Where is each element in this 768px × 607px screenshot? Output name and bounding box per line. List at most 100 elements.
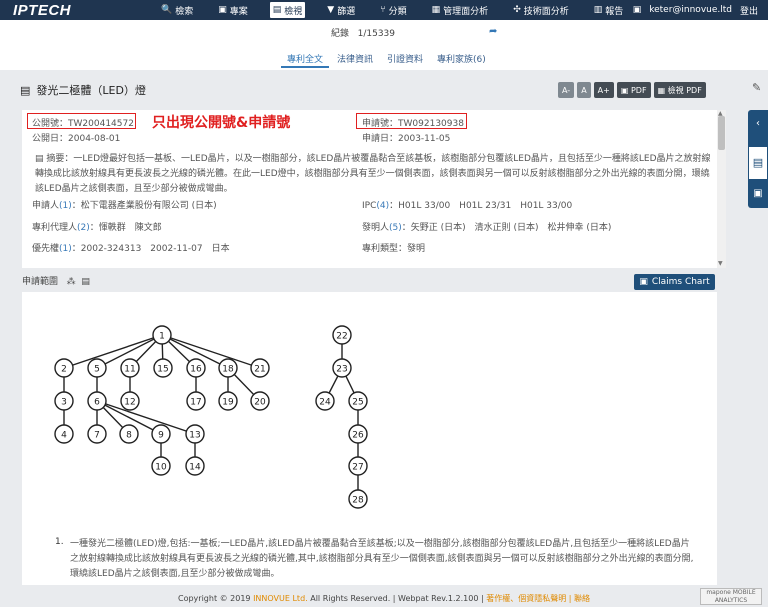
inventor-count[interactable]: (5) [389, 223, 402, 233]
claim-node-label: 17 [190, 398, 201, 408]
logout-link[interactable]: 登出 [740, 4, 758, 17]
biblio-scrollbar[interactable]: ▲ ▼ [717, 110, 726, 268]
font-decrease-button[interactable]: A- [558, 82, 575, 98]
tab-family[interactable]: 專利家族(6) [431, 50, 492, 68]
claim-node-6[interactable]: 6 [87, 391, 107, 411]
claims-label: 申請範圍 [22, 277, 59, 287]
claim-node-22[interactable]: 22 [332, 325, 352, 345]
tab-fulltext[interactable]: 專利全文 [281, 50, 330, 68]
ipc-value: H01L 33/00 H01L 23/31 H01L 33/00 [398, 201, 573, 211]
claim-node-21[interactable]: 21 [250, 358, 270, 378]
app-no[interactable]: TW092130938 [398, 119, 464, 129]
claim-node-3[interactable]: 3 [54, 391, 74, 411]
claim-node-13[interactable]: 13 [185, 424, 205, 444]
pub-no[interactable]: TW200414572 [68, 119, 134, 129]
collapse-icon[interactable]: ‹ [751, 118, 765, 132]
tree-icon[interactable]: ⁂ [67, 277, 76, 287]
nav-report[interactable]: ▥ 報告 [591, 2, 627, 18]
pdf-button[interactable]: ▣ PDF [616, 82, 651, 98]
ipc-count[interactable]: (4) [376, 201, 389, 211]
pub-no-label: 公開號： [32, 119, 69, 129]
nav-chart[interactable]: ✣ 技術面分析 [510, 2, 572, 18]
pub-date-field: 公開日：2004-08-01 [32, 131, 120, 144]
claim-node-19[interactable]: 19 [218, 391, 238, 411]
claim-node-label: 12 [124, 398, 135, 408]
priority-label: 優先權 [32, 244, 60, 254]
claim-node-27[interactable]: 27 [348, 456, 368, 476]
font-increase-button[interactable]: A+ [593, 82, 614, 98]
claim-node-16[interactable]: 16 [186, 358, 206, 378]
claim-node-24[interactable]: 24 [315, 391, 335, 411]
claim-node-label: 16 [190, 365, 202, 375]
app-logo[interactable]: IPTECH [13, 2, 71, 19]
edit-icon[interactable]: ✎ [752, 81, 761, 94]
font-reset-button[interactable]: A [577, 82, 591, 98]
nav-label: 檢索 [175, 6, 194, 17]
user-area: ▣ keter@innovue.ltd 登出 [633, 0, 758, 20]
claim-node-label: 5 [94, 365, 100, 375]
claim-node-label: 19 [222, 398, 234, 408]
claim-node-15[interactable]: 15 [153, 358, 173, 378]
nav-branch[interactable]: ⑂ 分類 [377, 2, 409, 18]
claim-node-label: 6 [94, 398, 100, 408]
scroll-thumb[interactable] [718, 116, 725, 150]
footer-links[interactable]: 著作權、個資隱私聲明 | 聯絡 [486, 594, 590, 603]
document-icon: ▤ [20, 83, 31, 97]
tab-citations[interactable]: 引證資料 [381, 50, 429, 68]
nav-filter[interactable]: ▼ 篩選 [324, 2, 358, 18]
claim-node-28[interactable]: 28 [348, 489, 368, 509]
claim-node-25[interactable]: 25 [348, 391, 368, 411]
nav-view[interactable]: ▤ 檢視 [269, 2, 306, 18]
type-field: 專利類型：發明 [362, 244, 426, 254]
claim-node-label: 3 [61, 398, 67, 408]
claim-node-20[interactable]: 20 [250, 391, 270, 411]
view-pdf-button[interactable]: ▦ 檢視 PDF [653, 82, 706, 98]
scroll-down-icon[interactable]: ▼ [718, 260, 723, 267]
claim-node-label: 7 [94, 431, 100, 441]
claim-node-2[interactable]: 2 [54, 358, 74, 378]
pdf-label: PDF [630, 85, 647, 95]
record-navigator: 紀錄 1/15339 [331, 26, 395, 39]
user-icon: ▣ [632, 5, 642, 15]
image-icon[interactable]: ▣ [751, 188, 765, 202]
inventor-field: 發明人(5)：矢野正 (日本) 清水正則 (日本) 松井伸幸 (日本) [362, 223, 612, 233]
claim-node-14[interactable]: 14 [185, 456, 205, 476]
company-link[interactable]: INNOVUE Ltd. [253, 594, 308, 603]
claim-node-23[interactable]: 23 [332, 358, 352, 378]
claims-header: 申請範圍 ⁂ ▤ [22, 274, 717, 290]
type-value: 發明 [407, 244, 426, 254]
share-icon[interactable]: ➦ [489, 26, 497, 37]
nav-table[interactable]: ▦ 管理面分析 [429, 2, 492, 18]
claim-node-9[interactable]: 9 [151, 424, 171, 444]
nav-search[interactable]: 🔍 檢索 [158, 2, 196, 18]
applicant-count[interactable]: (1) [59, 201, 72, 211]
claims-chart-button[interactable]: ▣ Claims Chart [634, 274, 715, 290]
user-email[interactable]: keter@innovue.ltd [649, 5, 732, 15]
claim-node-7[interactable]: 7 [87, 424, 107, 444]
text-view-icon[interactable]: ▤ [81, 277, 90, 287]
filter-icon: ▼ [327, 5, 335, 15]
app-date-label: 申請日： [362, 134, 399, 144]
record-value[interactable]: 1/15339 [358, 29, 395, 39]
claim-node-label: 9 [158, 431, 164, 441]
claim-node-8[interactable]: 8 [119, 424, 139, 444]
claim-node-18[interactable]: 18 [218, 358, 238, 378]
claim-node-5[interactable]: 5 [87, 358, 107, 378]
tab-legal[interactable]: 法律資訊 [331, 50, 379, 68]
patent-title-row: ▤ 發光二極體（LED）燈 [20, 82, 146, 98]
claim-node-10[interactable]: 10 [151, 456, 171, 476]
claim-node-12[interactable]: 12 [120, 391, 140, 411]
agent-count[interactable]: (2) [77, 223, 90, 233]
branch-icon: ⑂ [380, 5, 386, 15]
claim-node-4[interactable]: 4 [54, 424, 74, 444]
table-icon: ▦ [431, 5, 441, 15]
mobile-analytics-badge[interactable]: mapone MOBILE ANALYTICS [700, 588, 762, 605]
priority-count[interactable]: (1) [59, 244, 72, 254]
claim-node-label: 22 [336, 332, 347, 342]
claim-node-11[interactable]: 11 [120, 358, 140, 378]
side-panel-active[interactable]: ▤ [748, 146, 768, 180]
claim-node-26[interactable]: 26 [348, 424, 368, 444]
claim-node-17[interactable]: 17 [186, 391, 206, 411]
nav-briefcase[interactable]: ▣ 專案 [215, 2, 251, 18]
claim-node-1[interactable]: 1 [152, 325, 172, 345]
